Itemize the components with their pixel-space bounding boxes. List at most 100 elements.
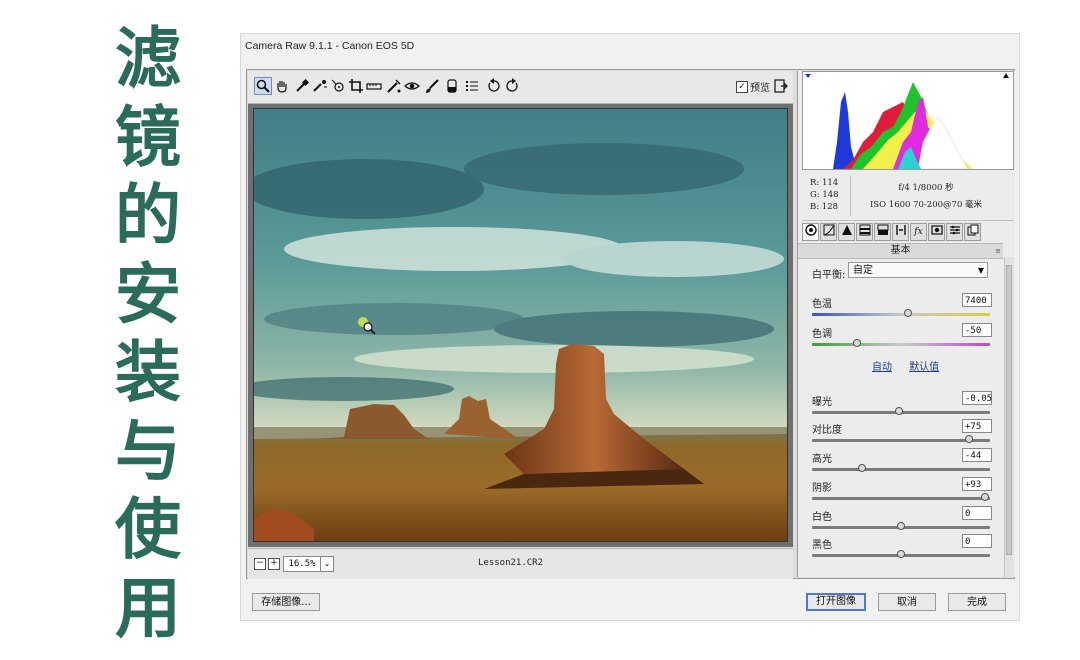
photo-preview[interactable] (253, 108, 788, 542)
highlight-clipping-icon[interactable] (1003, 74, 1011, 80)
zoom-icon[interactable] (254, 77, 272, 95)
slider-thumb[interactable] (857, 464, 866, 472)
slider-exposure: 曝光 -0.05 (812, 391, 992, 421)
white-balance-icon[interactable] (294, 78, 310, 94)
tab-hsl[interactable] (856, 223, 873, 241)
panel-menu-icon[interactable]: ≡ (995, 244, 1001, 258)
tab-lens-corrections[interactable] (892, 223, 909, 241)
slider-value-field[interactable]: -44 (962, 448, 992, 462)
rotate-right-icon[interactable] (504, 78, 520, 94)
side-title: 滤 镜 的 安 装 与 使 用 (108, 20, 188, 648)
crop-icon[interactable] (348, 78, 364, 94)
red-eye-icon[interactable] (404, 78, 420, 94)
slider-blacks: 黑色 0 (812, 534, 992, 564)
slider-thumb[interactable] (852, 339, 861, 347)
slider-value-field[interactable]: +75 (962, 419, 992, 433)
done-button[interactable]: 完成 (948, 593, 1006, 611)
preview-checkbox[interactable]: ✓ (736, 80, 748, 93)
slider-track[interactable] (812, 343, 990, 346)
slider-track[interactable] (812, 313, 990, 316)
slider-whites: 白色 0 (812, 506, 992, 536)
tab-tone-curve[interactable] (820, 223, 837, 241)
side-title-char: 与 (115, 412, 181, 490)
slider-value-field[interactable]: 0 (962, 506, 992, 520)
zoom-level-field[interactable]: 16.5% (283, 556, 321, 572)
tab-effects-icon[interactable]: fx (910, 223, 927, 241)
side-title-char: 装 (115, 334, 181, 411)
zoom-out-button[interactable]: − (254, 558, 266, 570)
panel-scrollbar[interactable] (1004, 257, 1014, 577)
auto-link[interactable]: 自动 (872, 362, 892, 373)
straighten-icon[interactable] (366, 78, 382, 94)
tab-basic[interactable] (802, 223, 819, 241)
pixel-readout: R: 114 G: 148 B: 128 f/4 1/8000 秒 ISO 16… (802, 172, 1014, 221)
side-title-char: 用 (115, 569, 181, 647)
graduated-filter-icon[interactable] (444, 78, 460, 94)
cancel-button[interactable]: 取消 (878, 593, 936, 611)
slider-thumb[interactable] (980, 493, 989, 501)
fullscreen-icon[interactable] (774, 79, 788, 93)
default-link[interactable]: 默认值 (909, 362, 939, 373)
side-title-char: 的 (115, 177, 181, 254)
open-image-button[interactable]: 打开图像 (806, 593, 866, 611)
slider-label: 色调 (812, 329, 832, 340)
slider-label: 阴影 (812, 483, 832, 494)
white-balance-label: 白平衡: (812, 270, 846, 281)
section-header-basic: 基本 ≡ (798, 243, 1003, 259)
zoom-cursor-icon (358, 317, 376, 335)
slider-thumb[interactable] (964, 435, 973, 443)
spot-removal-icon[interactable] (386, 78, 402, 94)
camera-raw-dialog: Camera Raw 9.1.1 - Canon EOS 5D ✓ 预览 − +… (240, 33, 1020, 621)
targeted-adjust-icon[interactable] (330, 78, 346, 94)
slider-label: 高光 (812, 454, 832, 465)
slider-tint: 色调 -50 (812, 323, 992, 353)
slider-track[interactable] (812, 497, 990, 500)
preview-toggle[interactable]: ✓ 预览 (736, 79, 770, 94)
status-bar: − + 16.5% ⌄ Lesson21.CR2 (248, 548, 793, 579)
slider-track[interactable] (812, 468, 990, 471)
section-title: 基本 (890, 245, 911, 256)
tab-presets[interactable] (946, 223, 963, 241)
readout-b: B: 128 (810, 202, 839, 212)
white-balance-value: 自定 (853, 265, 873, 276)
slider-value-field[interactable]: 0 (962, 534, 992, 548)
slider-value-field[interactable]: -50 (962, 323, 992, 337)
slider-value-field[interactable]: +93 (962, 477, 992, 491)
slider-label: 曝光 (812, 397, 832, 408)
slider-thumb[interactable] (897, 550, 905, 558)
zoom-dropdown[interactable]: ⌄ (320, 556, 334, 572)
readout-divider (850, 176, 851, 216)
panel-tabs: fx (802, 223, 1014, 241)
slider-label: 黑色 (812, 540, 832, 551)
exif-aperture-shutter: f/4 1/8000 秒 (898, 183, 954, 193)
tab-detail[interactable] (838, 223, 855, 241)
adjustment-brush-icon[interactable] (424, 78, 440, 94)
side-title-char: 滤 (115, 20, 181, 97)
scrollbar-thumb[interactable] (1006, 265, 1012, 555)
slider-value-field[interactable]: -0.05 (962, 391, 992, 405)
color-sampler-icon[interactable] (312, 78, 328, 94)
preferences-icon[interactable] (464, 78, 480, 94)
slider-label: 白色 (812, 512, 832, 523)
slider-thumb[interactable] (897, 522, 905, 530)
side-title-char: 安 (115, 255, 181, 333)
rotate-left-icon[interactable] (486, 78, 502, 94)
slider-value-field[interactable]: 7400 (962, 293, 992, 307)
slider-contrast: 对比度 +75 (812, 419, 992, 449)
white-balance-select[interactable]: 自定 ▼ (848, 262, 988, 278)
slider-label: 对比度 (812, 425, 842, 436)
hand-icon[interactable] (274, 78, 290, 94)
save-image-button[interactable]: 存储图像... (252, 593, 320, 611)
shadow-clipping-icon[interactable] (805, 74, 813, 80)
tab-snapshots[interactable] (964, 223, 981, 241)
dialog-title: Camera Raw 9.1.1 - Canon EOS 5D (245, 40, 415, 52)
adjustment-panel: R: 114 G: 148 B: 128 f/4 1/8000 秒 ISO 16… (797, 71, 1015, 577)
slider-track[interactable] (812, 439, 990, 442)
zoom-in-button[interactable]: + (268, 558, 280, 570)
preview-area[interactable] (248, 104, 793, 547)
slider-highlights: 高光 -44 (812, 448, 992, 478)
tab-split-toning[interactable] (874, 223, 891, 241)
tab-camera-calibration[interactable] (928, 223, 945, 241)
auto-default-links: 自动 默认值 (872, 358, 953, 373)
readout-r: R: 114 (810, 178, 839, 188)
